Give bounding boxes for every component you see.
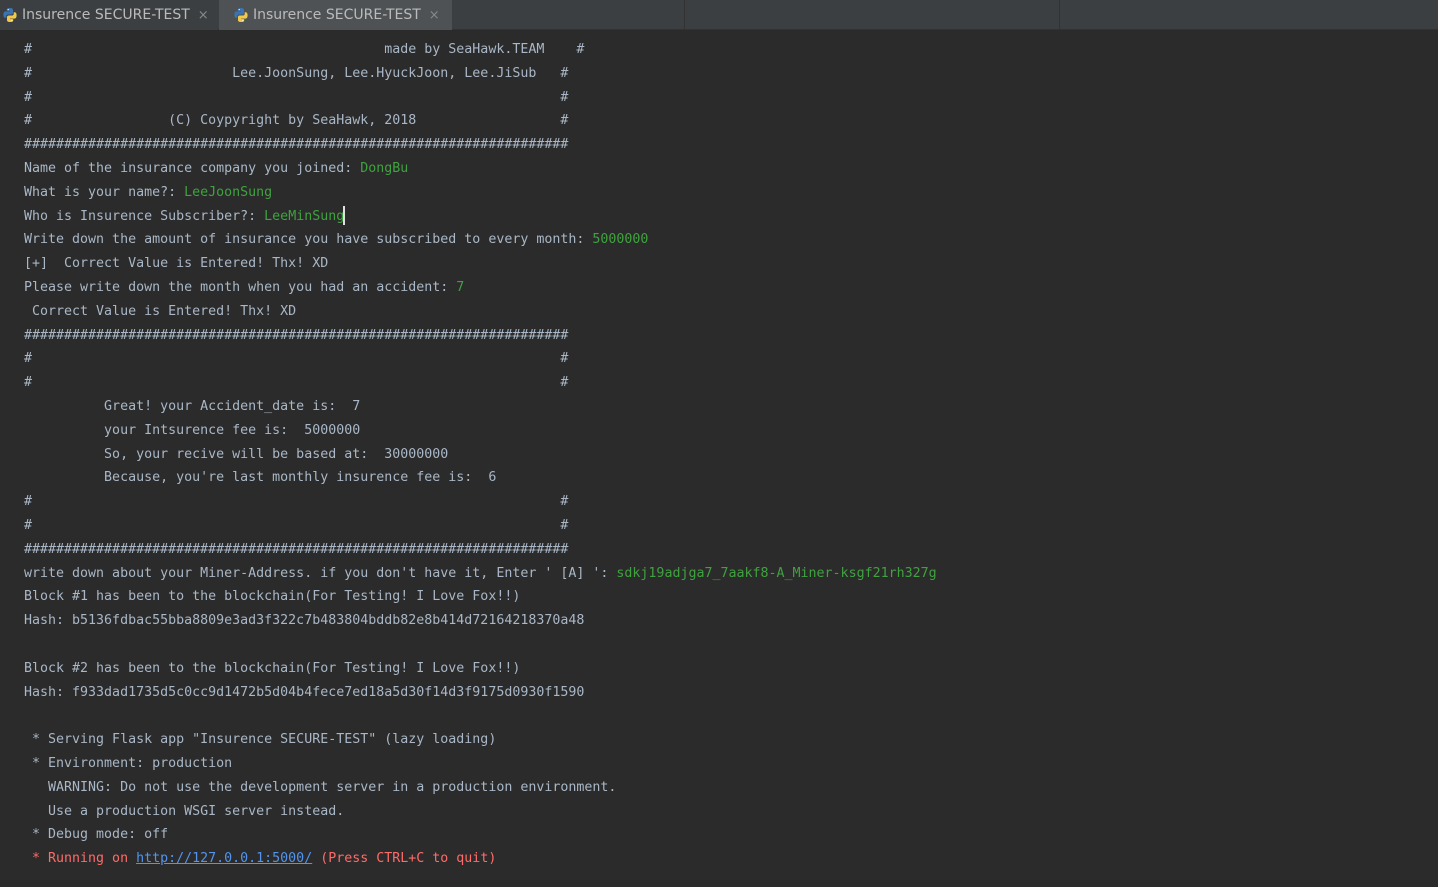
block-1-message: Block #1 has been to the blockchain(For … bbox=[24, 589, 521, 605]
running-prefix: * Running on bbox=[24, 851, 137, 867]
console-output: # made by SeaHawk.TEAM # # Lee.JoonSung,… bbox=[24, 38, 937, 871]
prompt-text: What is your name?: bbox=[24, 184, 185, 200]
banner-line: # # bbox=[24, 89, 569, 105]
result-insurence-fee: your Intsurence fee is: 5000000 bbox=[24, 422, 361, 438]
user-input-amount: 5000000 bbox=[592, 232, 649, 248]
prompt-text: Write down the amount of insurance you h… bbox=[24, 232, 593, 248]
prompt-amount: Write down the amount of insurance you h… bbox=[24, 228, 937, 252]
banner-line: # Lee.JoonSung, Lee.HyuckJoon, Lee.JiSub… bbox=[24, 65, 569, 81]
user-input-company: DongBu bbox=[360, 160, 409, 176]
flask-warning: WARNING: Do not use the development serv… bbox=[24, 779, 617, 795]
tab-insurence-secure-test-1[interactable]: Insurence SECURE-TEST × bbox=[0, 0, 218, 30]
python-icon bbox=[234, 8, 248, 22]
banner-line: ########################################… bbox=[24, 137, 569, 153]
flask-debug-mode: * Debug mode: off bbox=[24, 827, 169, 843]
prompt-subscriber: Who is Insurence Subscriber?: LeeMinSung bbox=[24, 205, 937, 229]
editor-tab-bar: Insurence SECURE-TEST × Insurence SECURE… bbox=[0, 0, 1438, 30]
result-last-monthly-fee: Because, you're last monthly insurence f… bbox=[24, 470, 497, 486]
close-icon[interactable]: × bbox=[429, 9, 440, 22]
user-input-subscriber: LeeMinSung bbox=[264, 208, 345, 224]
prompt-miner-address: write down about your Miner-Address. if … bbox=[24, 562, 937, 586]
ide-window: Insurence SECURE-TEST × Insurence SECURE… bbox=[0, 0, 1438, 887]
close-icon[interactable]: × bbox=[198, 9, 209, 22]
tab-label: Insurence SECURE-TEST bbox=[22, 7, 190, 23]
message-correct-value: [+] Correct Value is Entered! Thx! XD bbox=[24, 256, 329, 272]
banner-line: # # bbox=[24, 375, 569, 391]
tab-insurence-secure-test-2[interactable]: Insurence SECURE-TEST × bbox=[219, 0, 452, 30]
tab-divider bbox=[684, 0, 685, 30]
prompt-company: Name of the insurance company you joined… bbox=[24, 157, 937, 181]
banner-line: ########################################… bbox=[24, 541, 569, 557]
banner-line: # # bbox=[24, 517, 569, 533]
prompt-text: Please write down the month when you had… bbox=[24, 279, 457, 295]
block-2-hash: Hash: f933dad1735d5c0cc9d1472b5d04b4fece… bbox=[24, 684, 585, 700]
flask-serving: * Serving Flask app "Insurence SECURE-TE… bbox=[24, 732, 497, 748]
user-input-miner-address: sdkj19adjga7_7aakf8-A_Miner-ksgf21rh327g bbox=[616, 565, 937, 581]
tab-divider bbox=[1059, 0, 1060, 30]
user-input-month: 7 bbox=[456, 279, 465, 295]
result-recive-base: So, your recive will be based at: 300000… bbox=[24, 446, 449, 462]
message-correct-value: Correct Value is Entered! Thx! XD bbox=[24, 303, 297, 319]
result-accident-date: Great! your Accident_date is: 7 bbox=[24, 398, 361, 414]
banner-line: ########################################… bbox=[24, 327, 569, 343]
block-2-message: Block #2 has been to the blockchain(For … bbox=[24, 660, 521, 676]
run-console[interactable]: # made by SeaHawk.TEAM # # Lee.JoonSung,… bbox=[0, 30, 1438, 887]
banner-line: # # bbox=[24, 494, 569, 510]
banner-line: # # bbox=[24, 351, 569, 367]
block-1-hash: Hash: b5136fdbac55bba8809e3ad3f322c7b483… bbox=[24, 613, 585, 629]
banner-line: # made by SeaHawk.TEAM # bbox=[24, 42, 585, 57]
user-input-name: LeeJoonSung bbox=[184, 184, 273, 200]
tab-label: Insurence SECURE-TEST bbox=[253, 7, 421, 23]
prompt-text: Name of the insurance company you joined… bbox=[24, 160, 361, 176]
flask-environment: * Environment: production bbox=[24, 755, 233, 771]
prompt-text: Who is Insurence Subscriber?: bbox=[24, 208, 265, 224]
server-url-link[interactable]: http://127.0.0.1:5000/ bbox=[136, 851, 312, 866]
running-suffix: (Press CTRL+C to quit) bbox=[312, 851, 497, 867]
prompt-name: What is your name?: LeeJoonSung bbox=[24, 181, 937, 205]
prompt-month: Please write down the month when you had… bbox=[24, 276, 937, 300]
text-caret bbox=[343, 206, 346, 226]
python-icon bbox=[3, 8, 17, 22]
banner-line: # (C) Coypyright by SeaHawk, 2018 # bbox=[24, 113, 569, 129]
flask-running-line: * Running on http://127.0.0.1:5000/ (Pre… bbox=[24, 847, 937, 871]
prompt-text: write down about your Miner-Address. if … bbox=[24, 565, 617, 581]
flask-wsgi-note: Use a production WSGI server instead. bbox=[24, 803, 345, 819]
